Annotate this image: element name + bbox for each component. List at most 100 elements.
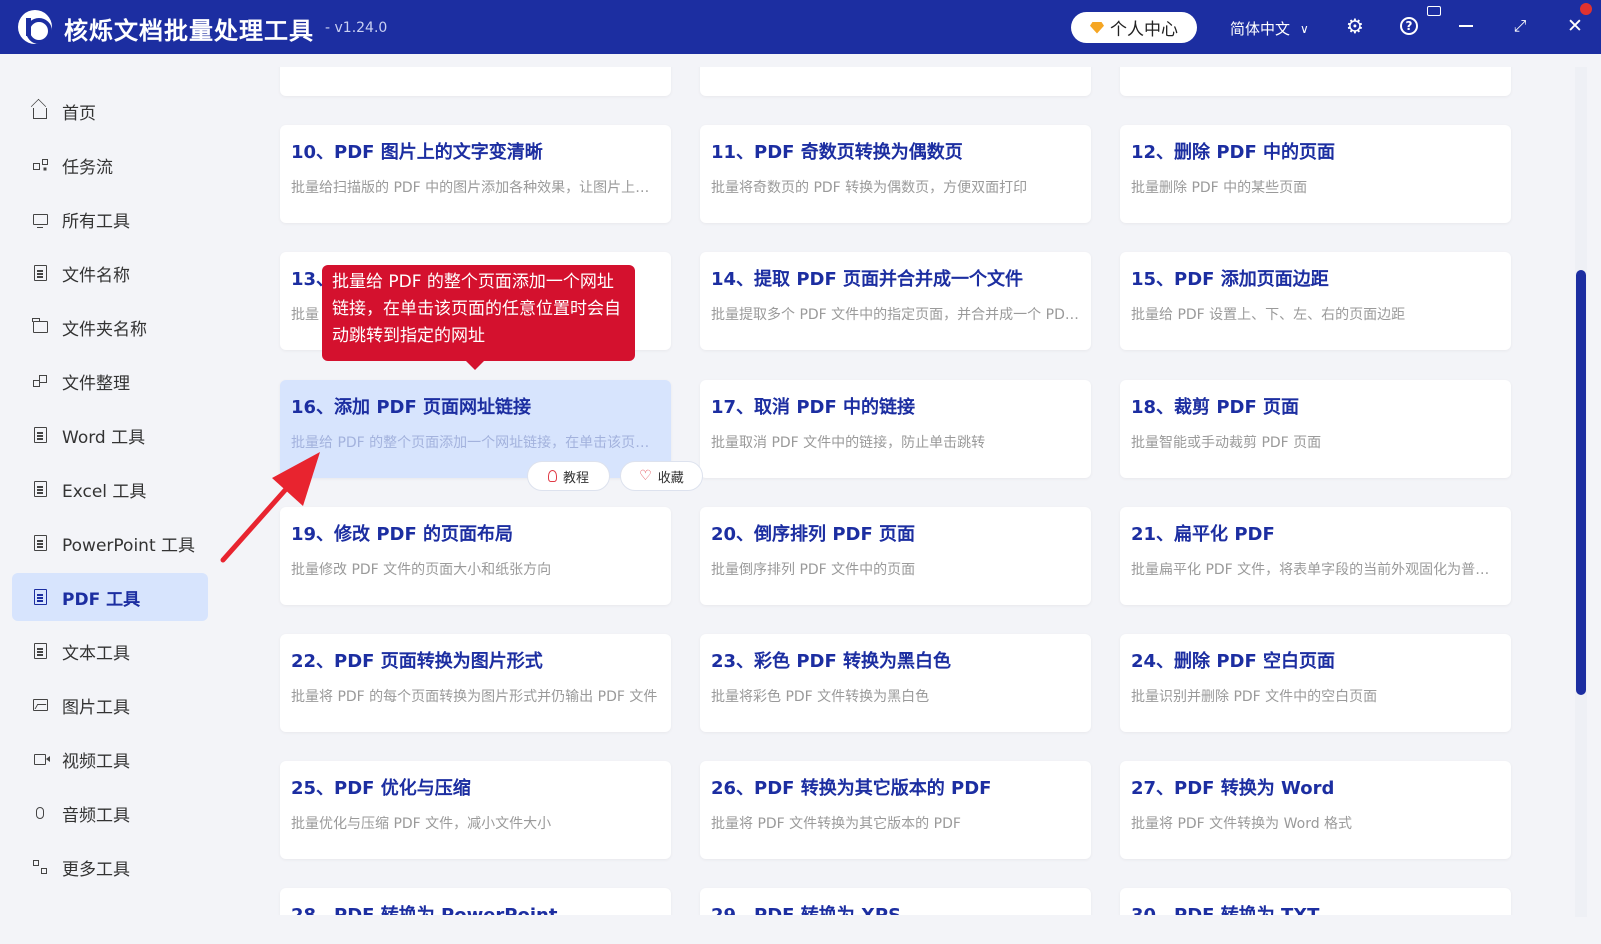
folder-icon — [32, 318, 48, 335]
sidebar-item-label: 图片工具 — [62, 697, 130, 718]
tooltip: 批量给 PDF 的整个页面添加一个网址链接，在单击该页面的任意位置时会自动跳转到… — [322, 265, 635, 370]
close-icon[interactable]: ✕ — [1563, 14, 1587, 38]
sidebar-item-label: 任务流 — [62, 157, 113, 178]
sidebar-item-workflow[interactable]: 任务流 — [12, 141, 208, 189]
sidebar-item-excel[interactable]: Excel 工具 — [12, 465, 208, 513]
tool-card[interactable] — [280, 67, 671, 96]
tool-description: 批量给 PDF 设置上、下、左、右的页面边距 — [1131, 307, 1406, 323]
video-icon — [32, 751, 50, 767]
tool-card[interactable] — [1120, 67, 1511, 96]
excel-icon — [32, 481, 48, 497]
tool-card[interactable]: 23、彩色 PDF 转换为黑白色 批量将彩色 PDF 文件转换为黑白色 — [700, 634, 1091, 732]
sidebar-item-file-organize[interactable]: 文件整理 — [12, 357, 208, 405]
tool-title: 29、PDF 转换为 XPS — [711, 901, 901, 915]
tool-description: 批量修改 PDF 文件的页面大小和纸张方向 — [291, 562, 552, 578]
app-logo-icon — [18, 10, 52, 44]
tool-card[interactable]: 14、提取 PDF 页面并合并成一个文件 批量提取多个 PDF 文件中的指定页面… — [700, 252, 1091, 350]
scrollbar-thumb[interactable] — [1576, 270, 1586, 695]
sidebar-item-label: Excel 工具 — [62, 481, 147, 502]
tool-title: 24、删除 PDF 空白页面 — [1131, 651, 1336, 672]
language-select[interactable]: 简体中文 ∨ — [1230, 18, 1309, 39]
tool-card[interactable]: 30、PDF 转换为 TXT — [1120, 888, 1511, 915]
tool-card[interactable]: 29、PDF 转换为 XPS — [700, 888, 1091, 915]
sidebar-item-label: 更多工具 — [62, 859, 130, 880]
text-icon — [32, 643, 48, 659]
tool-description: 批量优化与压缩 PDF 文件，减小文件大小 — [291, 816, 552, 832]
tool-title: 22、PDF 页面转换为图片形式 — [291, 651, 543, 672]
help-icon[interactable]: ? — [1397, 14, 1421, 38]
sidebar-item-text[interactable]: 文本工具 — [12, 627, 208, 675]
powerpoint-icon — [32, 535, 48, 551]
tooltip-text: 批量给 PDF 的整个页面添加一个网址链接，在单击该页面的任意位置时会自动跳转到… — [332, 272, 621, 346]
user-center-label: 个人中心 — [1110, 20, 1178, 40]
sidebar-item-image[interactable]: 图片工具 — [12, 681, 208, 729]
tool-title: 21、扁平化 PDF — [1131, 524, 1275, 545]
word-icon — [32, 427, 48, 443]
tool-description: 批量识别并删除 PDF 文件中的空白页面 — [1131, 689, 1378, 705]
sidebar-item-audio[interactable]: 音频工具 — [12, 789, 208, 837]
sidebar-item-powerpoint[interactable]: PowerPoint 工具 — [12, 519, 208, 567]
tool-list: 10、PDF 图片上的文字变清晰 批量给扫描版的 PDF 中的图片添加各种效果，… — [243, 67, 1571, 915]
sidebar-item-label: 首页 — [62, 103, 96, 124]
sidebar-item-label: 文件夹名称 — [62, 319, 147, 340]
tool-description: 批量扁平化 PDF 文件，将表单字段的当前外观固化为普通内容 — [1131, 562, 1503, 578]
tool-card[interactable]: 22、PDF 页面转换为图片形式 批量将 PDF 的每个页面转换为图片形式并仍输… — [280, 634, 671, 732]
user-center-button[interactable]: 个人中心 — [1071, 12, 1197, 43]
lightbulb-icon — [547, 470, 557, 482]
sidebar-item-pdf[interactable]: PDF 工具 — [12, 573, 208, 621]
tool-card[interactable]: 15、PDF 添加页面边距 批量给 PDF 设置上、下、左、右的页面边距 — [1120, 252, 1511, 350]
tool-description: 批量智能或手动裁剪 PDF 页面 — [1131, 435, 1322, 451]
settings-gear-icon[interactable]: ⚙ — [1343, 14, 1367, 38]
tool-card[interactable]: 11、PDF 奇数页转换为偶数页 批量将奇数页的 PDF 转换为偶数页，方便双面… — [700, 125, 1091, 223]
organize-icon — [32, 373, 48, 389]
minimize-icon[interactable] — [1454, 14, 1478, 38]
sidebar-item-word[interactable]: Word 工具 — [12, 411, 208, 459]
tool-card[interactable]: 20、倒序排列 PDF 页面 批量倒序排列 PDF 文件中的页面 — [700, 507, 1091, 605]
favorite-label: 收藏 — [657, 470, 684, 486]
sidebar-item-all-tools[interactable]: 所有工具 — [12, 195, 208, 243]
tool-card[interactable]: 21、扁平化 PDF 批量扁平化 PDF 文件，将表单字段的当前外观固化为普通内… — [1120, 507, 1511, 605]
tool-card[interactable]: 18、裁剪 PDF 页面 批量智能或手动裁剪 PDF 页面 — [1120, 380, 1511, 478]
favorite-button[interactable]: ♡ 收藏 — [620, 461, 703, 491]
sidebar-item-label: 文件名称 — [62, 265, 130, 286]
tool-description: 批量给 PDF 的整个页面添加一个网址链接，在单击该页面的任意位置时会自动跳转到… — [291, 435, 663, 451]
tool-card[interactable]: 28、PDF 转换为 PowerPoint — [280, 888, 671, 915]
tool-card[interactable] — [700, 67, 1091, 96]
tutorial-button[interactable]: 教程 — [527, 461, 610, 491]
tool-description: 批量将 PDF 的每个页面转换为图片形式并仍输出 PDF 文件 — [291, 689, 658, 705]
sidebar-item-more[interactable]: 更多工具 — [12, 843, 208, 891]
tool-card[interactable]: 10、PDF 图片上的文字变清晰 批量给扫描版的 PDF 中的图片添加各种效果，… — [280, 125, 671, 223]
message-icon[interactable] — [1427, 6, 1441, 16]
tool-description: 批量给扫描版的 PDF 中的图片添加各种效果，让图片上的文字变清晰 — [291, 180, 663, 196]
maximize-icon[interactable]: ⤢ — [1508, 14, 1532, 38]
tool-title: 20、倒序排列 PDF 页面 — [711, 524, 916, 545]
sidebar-item-label: 文本工具 — [62, 643, 130, 664]
sidebar-item-home[interactable]: 首页 — [12, 87, 208, 135]
tool-card[interactable]: 17、取消 PDF 中的链接 批量取消 PDF 文件中的链接，防止单击跳转 — [700, 380, 1091, 478]
home-icon — [32, 103, 48, 119]
tool-description: 批量将 PDF 文件转换为其它版本的 PDF — [711, 816, 961, 832]
sidebar-item-video[interactable]: 视频工具 — [12, 735, 208, 783]
tool-title: 27、PDF 转换为 Word — [1131, 778, 1335, 799]
tool-description: 批量将 PDF 文件转换为 Word 格式 — [1131, 816, 1353, 832]
sidebar-item-label: 视频工具 — [62, 751, 130, 772]
sidebar-item-folder-name[interactable]: 文件夹名称 — [12, 303, 208, 351]
tool-card[interactable]: 12、删除 PDF 中的页面 批量删除 PDF 中的某些页面 — [1120, 125, 1511, 223]
tool-card[interactable]: 19、修改 PDF 的页面布局 批量修改 PDF 文件的页面大小和纸张方向 — [280, 507, 671, 605]
tool-card-active[interactable]: 16、添加 PDF 页面网址链接 批量给 PDF 的整个页面添加一个网址链接，在… — [280, 380, 671, 478]
sidebar-item-label: 所有工具 — [62, 211, 130, 232]
app-title: 核烁文档批量处理工具 — [64, 17, 314, 45]
monitor-icon — [32, 211, 48, 228]
sidebar-item-label: PowerPoint 工具 — [62, 535, 196, 556]
tool-card[interactable]: 24、删除 PDF 空白页面 批量识别并删除 PDF 文件中的空白页面 — [1120, 634, 1511, 732]
sidebar-item-file-name[interactable]: 文件名称 — [12, 249, 208, 297]
sidebar-item-label: 音频工具 — [62, 805, 130, 826]
annotation-arrow — [220, 452, 320, 563]
tool-card[interactable]: 25、PDF 优化与压缩 批量优化与压缩 PDF 文件，减小文件大小 — [280, 761, 671, 859]
tool-card[interactable]: 27、PDF 转换为 Word 批量将 PDF 文件转换为 Word 格式 — [1120, 761, 1511, 859]
tool-title: 15、PDF 添加页面边距 — [1131, 269, 1329, 290]
tool-description: 批量倒序排列 PDF 文件中的页面 — [711, 562, 916, 578]
tool-card[interactable]: 26、PDF 转换为其它版本的 PDF 批量将 PDF 文件转换为其它版本的 P… — [700, 761, 1091, 859]
tool-title: 23、彩色 PDF 转换为黑白色 — [711, 651, 952, 672]
sidebar-item-label: 文件整理 — [62, 373, 130, 394]
